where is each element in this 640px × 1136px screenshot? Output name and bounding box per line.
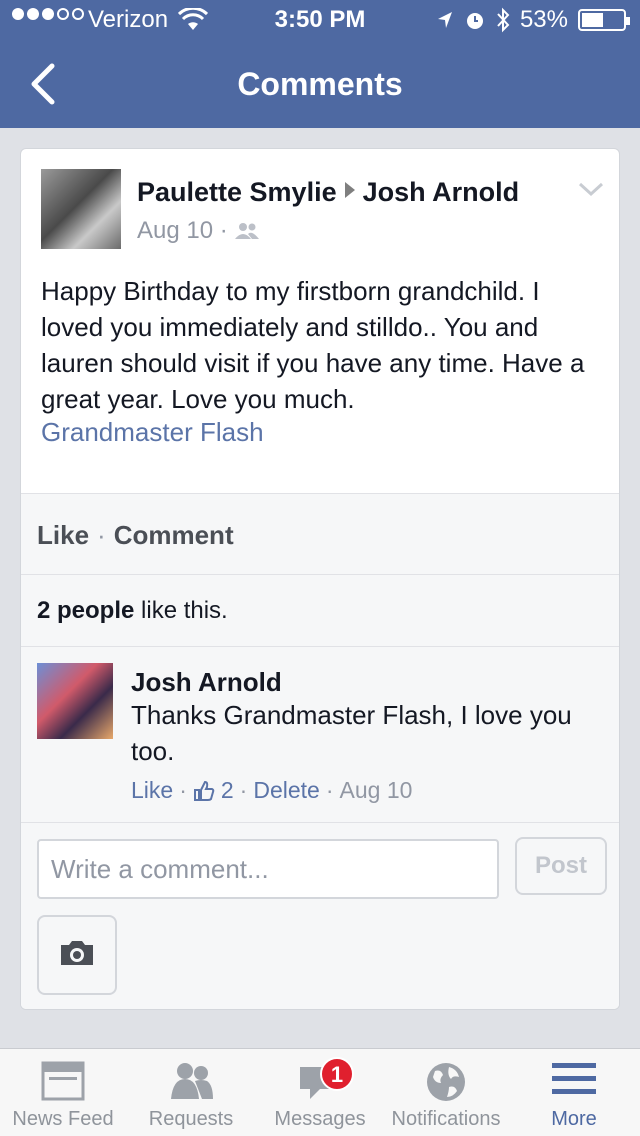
tab-label: Requests: [148, 1108, 234, 1130]
tab-more[interactable]: More: [508, 1049, 640, 1136]
menu-icon: [552, 1063, 596, 1094]
commenter-name[interactable]: Josh Arnold: [131, 667, 282, 698]
page-title: Comments: [237, 66, 403, 102]
likes-summary[interactable]: 2 people like this.: [21, 575, 619, 647]
post-actions: Like · Comment: [21, 493, 619, 575]
post-body: Happy Birthday to my firstborn grandchil…: [41, 276, 585, 414]
navigation-bar: Comments: [0, 40, 640, 128]
comment-actions: Like · 2 · Delete · Aug 10: [131, 777, 412, 804]
globe-icon: [427, 1063, 465, 1101]
post-signature-link[interactable]: Grandmaster Flash: [41, 417, 264, 448]
like-button[interactable]: Like: [37, 520, 89, 551]
battery-level-fill: [582, 13, 603, 27]
comment-like-button[interactable]: Like: [131, 777, 173, 804]
post-options-chevron-icon[interactable]: [577, 179, 605, 199]
comment-composer: Post: [21, 823, 619, 1009]
post-button[interactable]: Post: [515, 837, 607, 895]
delete-comment-button[interactable]: Delete: [253, 777, 319, 804]
alarm-icon: [466, 13, 483, 29]
separator: ·: [179, 777, 187, 803]
post-date[interactable]: Aug 10 ·: [137, 217, 228, 245]
friend-requests-icon: [171, 1063, 213, 1099]
comment-date: Aug 10: [339, 777, 413, 803]
tab-label: More: [551, 1108, 597, 1130]
author-avatar[interactable]: [41, 169, 121, 249]
messages-unread-badge: 1: [320, 1057, 354, 1091]
author-name[interactable]: Paulette Smylie: [137, 177, 337, 207]
tab-messages[interactable]: 1 Messages: [256, 1049, 384, 1136]
post-card: Paulette Smylie Josh Arnold Aug 10 · Happ…: [20, 148, 620, 1010]
likes-count[interactable]: 2 people: [37, 597, 134, 624]
likes-suffix: like this.: [141, 597, 228, 624]
audience-friends-icon: [234, 223, 259, 239]
separator: ·: [325, 777, 334, 803]
battery-percent: 53%: [519, 6, 568, 33]
tab-notifications[interactable]: Notifications: [384, 1049, 508, 1136]
camera-icon: [61, 941, 93, 965]
comment-button[interactable]: Comment: [114, 520, 234, 551]
comment-like-count[interactable]: 2: [221, 777, 234, 804]
camera-button[interactable]: [37, 915, 117, 995]
post-meta: Aug 10 ·: [137, 217, 260, 245]
bluetooth-icon: [497, 7, 510, 33]
location-arrow-icon: [437, 12, 452, 28]
news-feed-icon: [41, 1061, 85, 1101]
separator: ·: [239, 777, 248, 803]
tab-bar: News Feed Requests 1 Messages Notificati…: [0, 1048, 640, 1136]
tab-label: News Feed: [12, 1108, 114, 1130]
post-names: Paulette Smylie Josh Arnold: [137, 177, 567, 208]
comment-input[interactable]: [37, 839, 499, 899]
commenter-avatar[interactable]: [37, 663, 113, 739]
separator: ·: [97, 520, 106, 550]
tab-label: Messages: [274, 1108, 366, 1130]
battery-icon: [578, 9, 630, 31]
comment-text: Thanks Grandmaster Flash, I love you too…: [131, 700, 572, 766]
to-arrow-icon: [344, 182, 355, 198]
tab-label: Notifications: [391, 1108, 501, 1130]
tab-news-feed[interactable]: News Feed: [0, 1049, 126, 1136]
comment-item: Josh Arnold Thanks Grandmaster Flash, I …: [21, 647, 619, 823]
tab-requests[interactable]: Requests: [126, 1049, 256, 1136]
recipient-name[interactable]: Josh Arnold: [363, 177, 520, 207]
status-bar: Verizon 3:50 PM 53%: [0, 0, 640, 40]
top-bar: Verizon 3:50 PM 53% Comments: [0, 0, 640, 128]
thumbs-up-icon: [193, 780, 215, 801]
